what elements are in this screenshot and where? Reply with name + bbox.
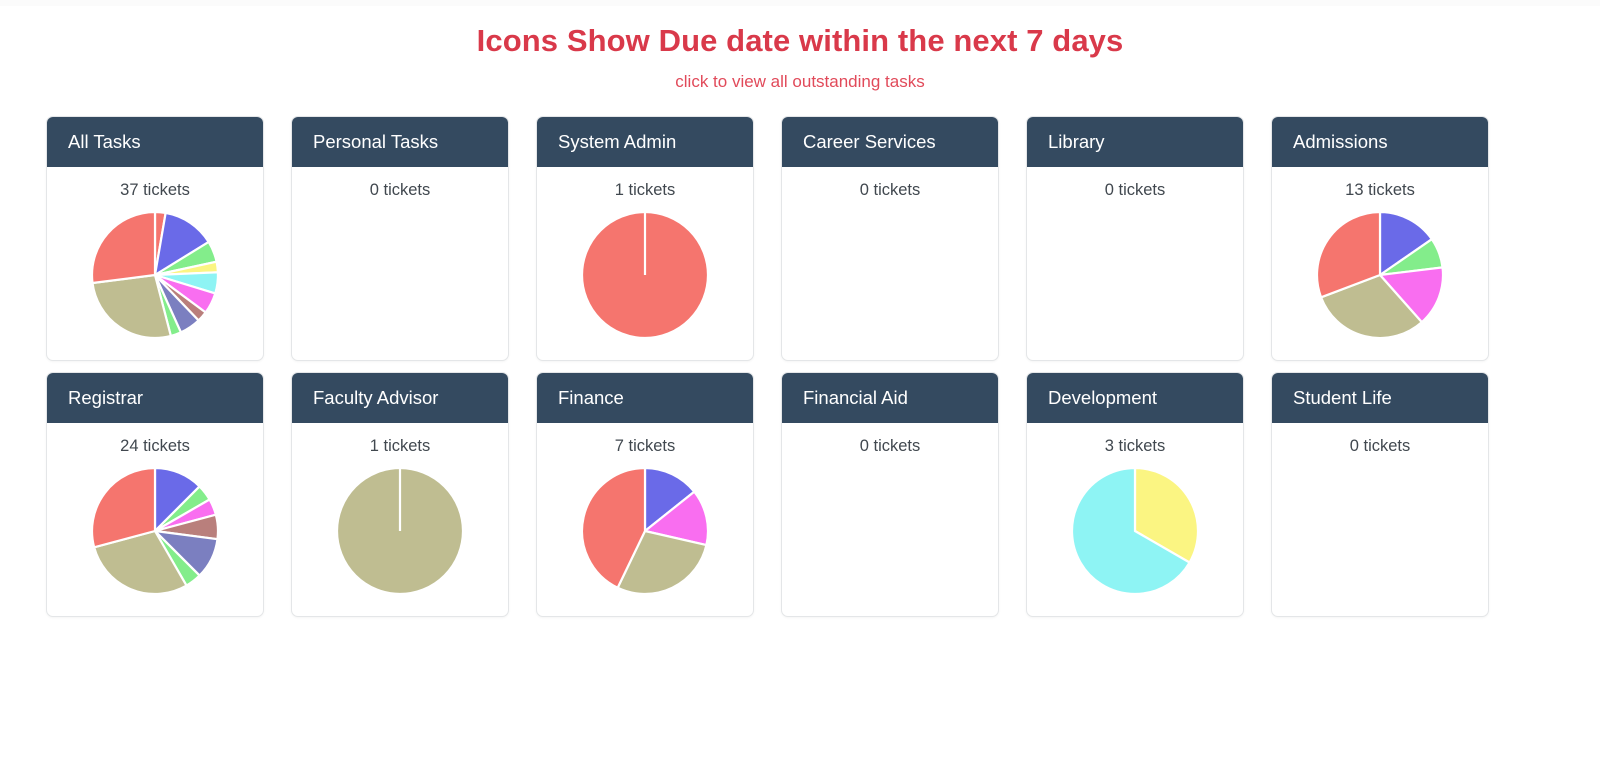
card-body-all-tasks: 37 tickets [47,167,263,360]
card-body-financial-aid: 0 tickets [782,423,998,616]
ticket-count-faculty-advisor: 1 tickets [369,436,431,455]
ticket-count-system-admin: 1 tickets [614,180,676,199]
card-title-personal-tasks: Personal Tasks [292,116,508,167]
pie-container-faculty-advisor[interactable] [292,466,508,596]
pie-chart [1070,466,1200,595]
task-card-registrar[interactable]: Registrar 24 tickets [46,371,264,617]
task-card-system-admin[interactable]: System Admin 1 tickets [536,115,754,361]
card-body-registrar: 24 tickets [47,423,263,616]
pie-chart [335,466,465,595]
card-title-system-admin: System Admin [537,116,753,167]
pie-container-all-tasks[interactable] [47,210,263,340]
ticket-count-admissions: 13 tickets [1345,180,1415,199]
pie-chart [580,466,710,595]
ticket-count-finance: 7 tickets [614,436,676,455]
card-body-admissions: 13 tickets [1272,167,1488,360]
card-title-career-services: Career Services [782,116,998,167]
task-card-admissions[interactable]: Admissions 13 tickets [1271,115,1489,361]
task-card-career-services[interactable]: Career Services 0 tickets [781,115,999,361]
ticket-count-financial-aid: 0 tickets [859,436,921,455]
card-body-development: 3 tickets [1027,423,1243,616]
task-card-all-tasks[interactable]: All Tasks 37 tickets [46,115,264,361]
card-body-library: 0 tickets [1027,167,1243,360]
card-title-library: Library [1027,116,1243,167]
dashboard-page: Icons Show Due date within the next 7 da… [0,22,1600,617]
pie-container-system-admin[interactable] [537,210,753,340]
card-title-all-tasks: All Tasks [47,116,263,167]
ticket-count-student-life: 0 tickets [1349,436,1411,455]
task-card-grid: All Tasks 37 tickets Personal Tasks 0 ticke… [0,92,1600,617]
task-card-financial-aid[interactable]: Financial Aid 0 tickets [781,371,999,617]
card-body-finance: 7 tickets [537,423,753,616]
ticket-count-personal-tasks: 0 tickets [369,180,431,199]
task-card-student-life[interactable]: Student Life 0 tickets [1271,371,1489,617]
card-title-registrar: Registrar [47,372,263,423]
ticket-count-library: 0 tickets [1104,180,1166,199]
ticket-count-registrar: 24 tickets [120,436,190,455]
card-body-student-life: 0 tickets [1272,423,1488,616]
card-body-personal-tasks: 0 tickets [292,167,508,360]
pie-container-admissions[interactable] [1272,210,1488,340]
pie-container-finance[interactable] [537,466,753,596]
task-card-faculty-advisor[interactable]: Faculty Advisor 1 tickets [291,371,509,617]
pie-chart [90,210,220,339]
page-subtitle-link[interactable]: click to view all outstanding tasks [0,72,1600,92]
pie-chart [580,210,710,339]
task-card-development[interactable]: Development 3 tickets [1026,371,1244,617]
card-title-admissions: Admissions [1272,116,1488,167]
card-title-finance: Finance [537,372,753,423]
card-title-student-life: Student Life [1272,372,1488,423]
pie-container-registrar[interactable] [47,466,263,596]
card-title-faculty-advisor: Faculty Advisor [292,372,508,423]
card-body-faculty-advisor: 1 tickets [292,423,508,616]
page-title: Icons Show Due date within the next 7 da… [476,23,1124,58]
top-strip [0,0,1600,6]
task-card-library[interactable]: Library 0 tickets [1026,115,1244,361]
ticket-count-all-tasks: 37 tickets [120,180,190,199]
pie-container-development[interactable] [1027,466,1243,596]
pie-chart [90,466,220,595]
card-title-financial-aid: Financial Aid [782,372,998,423]
card-title-development: Development [1027,372,1243,423]
task-card-finance[interactable]: Finance 7 tickets [536,371,754,617]
card-body-career-services: 0 tickets [782,167,998,360]
pie-slice [90,210,157,284]
task-card-personal-tasks[interactable]: Personal Tasks 0 tickets [291,115,509,361]
ticket-count-development: 3 tickets [1104,436,1166,455]
pie-chart [1315,210,1445,339]
card-body-system-admin: 1 tickets [537,167,753,360]
ticket-count-career-services: 0 tickets [859,180,921,199]
